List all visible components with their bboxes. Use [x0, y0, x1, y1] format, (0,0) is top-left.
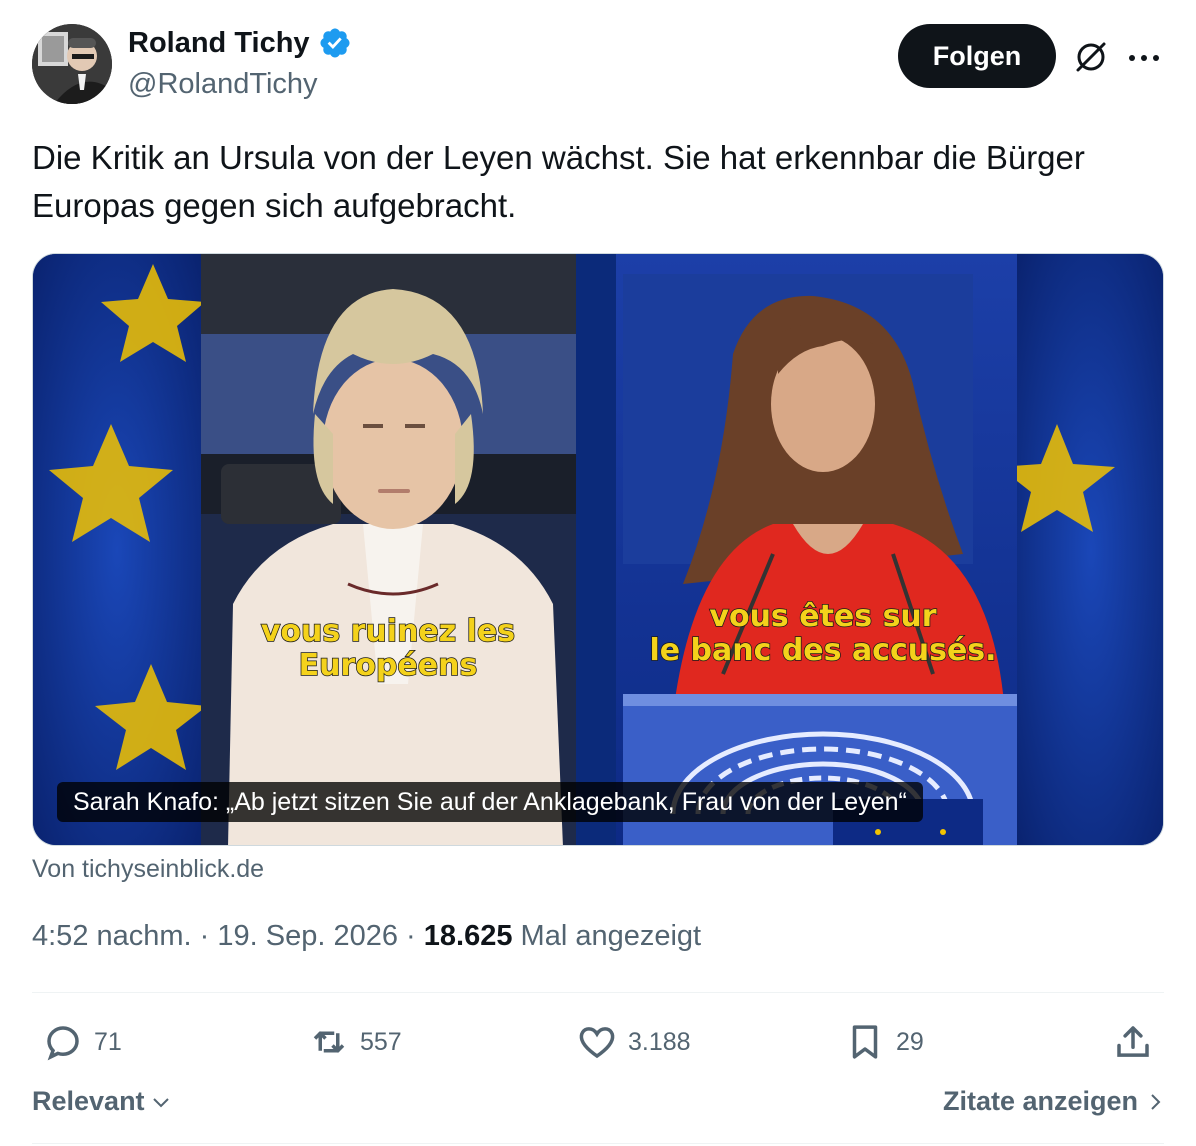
view-quotes-link[interactable]: Zitate anzeigen [943, 1086, 1166, 1117]
reply-count: 71 [94, 1027, 122, 1056]
overlay-left-line-2: Européens [299, 648, 478, 683]
author-name-row: Roland Tichy [128, 26, 352, 60]
share-button[interactable] [1112, 1018, 1154, 1066]
link-source[interactable]: Von tichyseinblick.de [32, 855, 264, 884]
repost-button[interactable]: 557 [308, 1018, 402, 1066]
divider [32, 992, 1164, 993]
like-count: 3.188 [628, 1027, 691, 1056]
tweet-media[interactable]: vous ruinez les Européens vous êtes sur … [32, 253, 1164, 846]
author-display-name[interactable]: Roland Tichy [128, 27, 310, 60]
reply-icon [47, 1026, 79, 1061]
chevron-right-icon [1151, 1093, 1161, 1110]
tweet-time[interactable]: 4:52 nachm. [32, 920, 192, 952]
verified-badge-icon [320, 28, 350, 58]
video-frame: vous ruinez les Européens vous êtes sur … [33, 254, 1163, 845]
bookmark-button[interactable]: 29 [844, 1018, 924, 1066]
reply-button[interactable]: 71 [42, 1018, 122, 1066]
like-button[interactable]: 3.188 [576, 1018, 691, 1066]
grok-icon[interactable] [1072, 38, 1110, 76]
view-label: Mal angezeigt [512, 920, 702, 952]
more-options-icon[interactable] [1126, 40, 1162, 76]
meta-separator: · [398, 920, 424, 952]
view-count: 18.625 [423, 920, 513, 952]
media-caption: Sarah Knafo: „Ab jetzt sitzen Sie auf de… [57, 782, 923, 822]
follow-button[interactable]: Folgen [898, 24, 1056, 88]
chevron-down-icon [152, 1097, 169, 1107]
tweet-date[interactable]: 19. Sep. 2026 [217, 920, 398, 952]
repost-icon [313, 1031, 345, 1053]
repost-count: 557 [360, 1027, 402, 1056]
divider [32, 1143, 1164, 1144]
bookmark-icon [852, 1025, 878, 1059]
overlay-left-line-1: vous ruinez les [261, 614, 515, 649]
meta-separator: · [191, 920, 218, 952]
heart-icon [579, 1027, 615, 1059]
overlay-right-line-1: vous êtes sur [709, 599, 936, 634]
sort-dropdown[interactable]: Relevant [32, 1086, 173, 1117]
tweet-header: Roland Tichy @RolandTichy Folgen [32, 22, 1164, 106]
bookmark-count: 29 [896, 1027, 924, 1056]
tweet-meta: 4:52 nachm. · 19. Sep. 2026 · 18.625 Mal… [32, 920, 701, 953]
author-handle[interactable]: @RolandTichy [128, 68, 318, 101]
overlay-right-line-2: le banc des accusés. [649, 633, 996, 668]
sort-label: Relevant [32, 1086, 145, 1116]
quotes-label: Zitate anzeigen [942, 1086, 1138, 1116]
author-avatar[interactable] [32, 24, 112, 104]
tweet-text: Die Kritik an Ursula von der Leyen wächs… [32, 139, 1085, 224]
share-icon [1117, 1026, 1149, 1057]
